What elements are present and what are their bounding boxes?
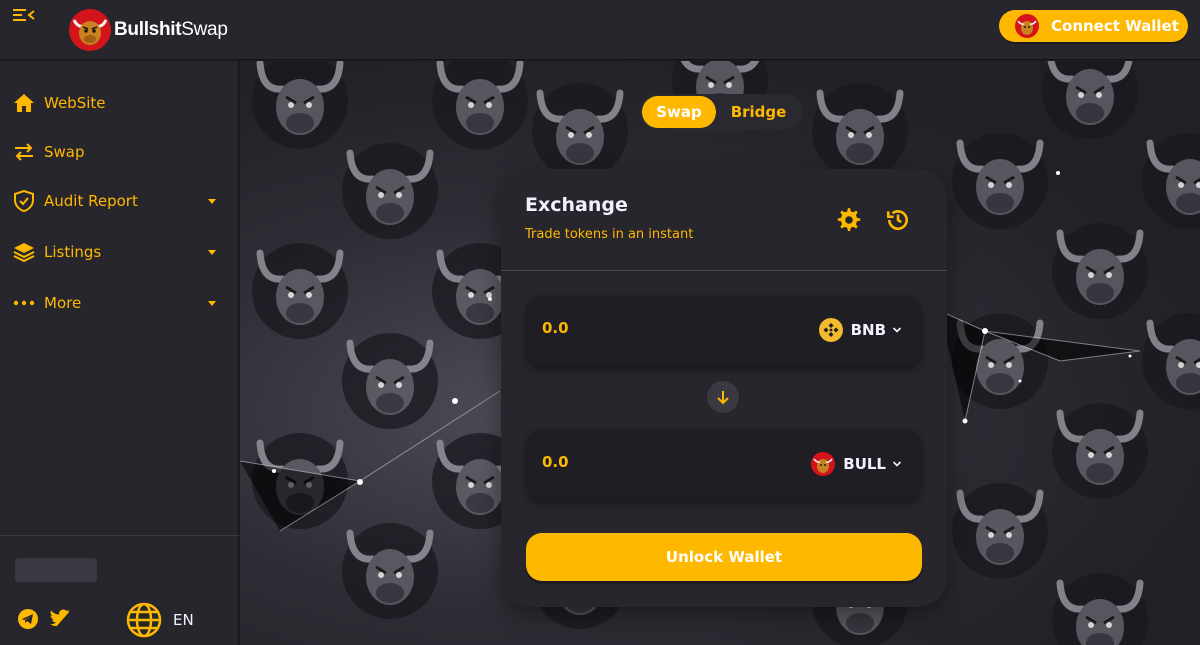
- to-token-box: 0.0 BULL: [526, 429, 922, 500]
- sidebar-item-label: More: [44, 294, 82, 312]
- sidebar-item-label: Audit Report: [44, 192, 138, 210]
- sidebar-item-audit-report[interactable]: Audit Report: [0, 177, 239, 225]
- sidebar-item-listings[interactable]: Listings: [0, 228, 239, 276]
- caret-down-icon: [208, 301, 216, 306]
- from-amount-input[interactable]: 0.0: [542, 319, 569, 337]
- from-token-symbol: BNB: [850, 321, 886, 339]
- to-amount-input[interactable]: 0.0: [542, 453, 569, 471]
- history-icon[interactable]: [885, 207, 911, 233]
- bull-logo-icon: [69, 9, 111, 51]
- top-header: BullshitSwap Connect Wallet: [0, 0, 1200, 60]
- connect-wallet-button[interactable]: Connect Wallet: [999, 10, 1188, 42]
- to-token-symbol: BULL: [843, 455, 886, 473]
- menu-collapse-icon[interactable]: [12, 6, 36, 24]
- logo[interactable]: BullshitSwap: [68, 8, 228, 52]
- globe-icon[interactable]: [126, 602, 162, 638]
- from-token-selector[interactable]: BNB: [818, 313, 902, 347]
- connect-wallet-label: Connect Wallet: [1051, 17, 1179, 35]
- caret-down-icon: [208, 199, 216, 204]
- sidebar-footer: EN: [0, 535, 239, 645]
- sidebar-item-label: Swap: [44, 143, 85, 161]
- twitter-icon[interactable]: [49, 608, 71, 630]
- home-icon: [12, 91, 36, 115]
- swap-arrows-icon: [12, 140, 36, 164]
- sidebar-item-label: Listings: [44, 243, 102, 261]
- bull-avatar-icon: [1015, 14, 1039, 38]
- sidebar-item-website[interactable]: WebSite: [0, 79, 239, 127]
- logo-text: BullshitSwap: [114, 19, 228, 40]
- sidebar-item-more[interactable]: More: [0, 279, 239, 327]
- to-token-selector[interactable]: BULL: [811, 447, 902, 481]
- main-content: Swap Bridge Exchange Trade tokens in an …: [240, 61, 1200, 645]
- tab-swap[interactable]: Swap: [642, 96, 716, 128]
- caret-down-icon: [208, 250, 216, 255]
- unlock-wallet-button[interactable]: Unlock Wallet: [526, 533, 922, 581]
- settings-gear-icon[interactable]: [836, 207, 862, 233]
- arrow-down-icon: [717, 391, 729, 405]
- tab-bridge[interactable]: Bridge: [716, 96, 801, 128]
- bull-token-icon: [811, 452, 836, 476]
- from-token-box: 0.0 BNB: [526, 295, 922, 366]
- language-label[interactable]: EN: [173, 611, 194, 629]
- chevron-down-icon: [892, 327, 902, 333]
- exchange-card-header: Exchange Trade tokens in an instant: [501, 169, 947, 271]
- sidebar-item-swap[interactable]: Swap: [0, 128, 239, 176]
- exchange-title: Exchange: [525, 194, 628, 216]
- chevron-down-icon: [892, 461, 902, 467]
- exchange-subtitle: Trade tokens in an instant: [525, 227, 694, 242]
- exchange-card: Exchange Trade tokens in an instant 0.0 …: [501, 169, 947, 607]
- sidebar-item-label: WebSite: [44, 94, 106, 112]
- shield-check-icon: [12, 189, 36, 213]
- telegram-icon[interactable]: [17, 608, 39, 630]
- price-placeholder: [15, 558, 97, 582]
- bnb-icon: [818, 318, 843, 342]
- layers-icon: [12, 240, 36, 264]
- sidebar: WebSite Swap Audit Report Listings More …: [0, 61, 239, 645]
- swap-bridge-tabs: Swap Bridge: [640, 94, 803, 130]
- more-dots-icon: [12, 291, 36, 315]
- swap-direction-button[interactable]: [707, 381, 739, 413]
